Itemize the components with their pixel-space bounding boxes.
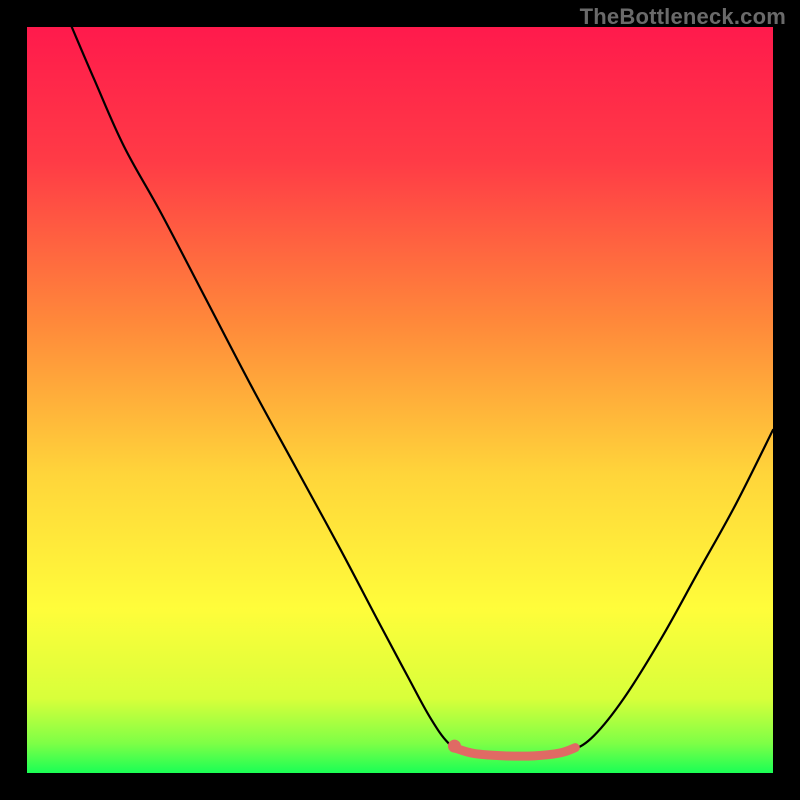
chart-frame: TheBottleneck.com (0, 0, 800, 800)
watermark-label: TheBottleneck.com (580, 4, 786, 30)
plot-area (27, 27, 773, 773)
highlight-dot (448, 740, 461, 753)
chart-svg (27, 27, 773, 773)
